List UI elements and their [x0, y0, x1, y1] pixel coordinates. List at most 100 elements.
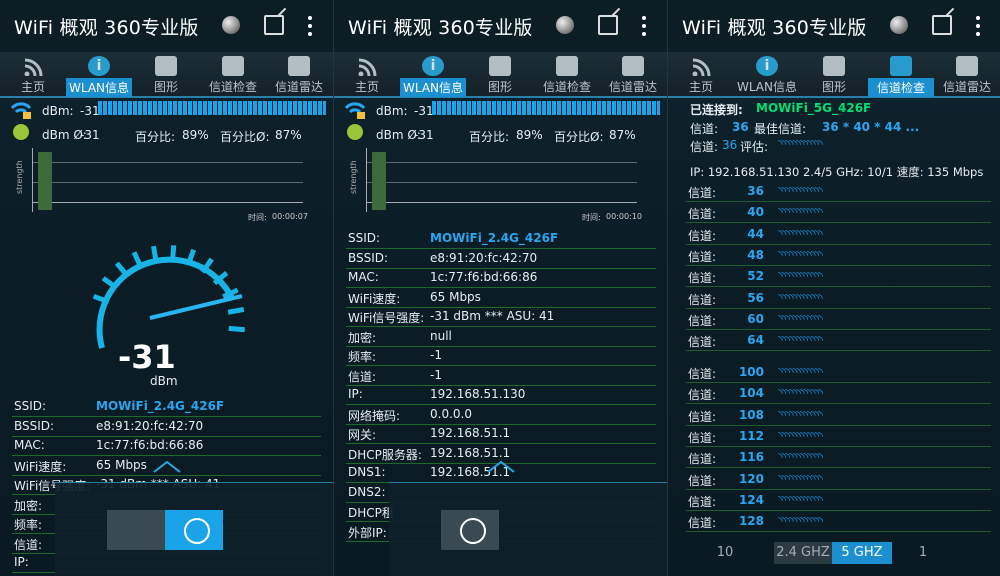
tab-channel-check[interactable]: 信道检查	[200, 52, 266, 96]
channel-label: 信道:	[690, 122, 719, 136]
tab-graph[interactable]: 图形	[467, 52, 533, 96]
channel-row: 信道: 128 ◝◝◝◝◝◝◝◝◝◝◝◝	[686, 511, 991, 533]
info-key: DHCP租	[348, 506, 394, 520]
more-menu-icon[interactable]	[642, 16, 646, 36]
share-icon[interactable]	[264, 15, 284, 35]
globe-icon[interactable]	[222, 16, 240, 34]
signal-waves-icon: ◝◝◝◝◝◝◝◝◝◝◝◝	[778, 311, 823, 326]
panel-channel-check: WiFi 概观 360专业版 主页 i WLAN信息 图形 信道检查 信道雷达 已…	[667, 0, 1000, 576]
app-title: WiFi 概观 360专业版	[14, 17, 199, 39]
channel-row: 信道: 56 ◝◝◝◝◝◝◝◝◝◝◝◝	[686, 288, 991, 309]
tab-home-label: 主页	[20, 80, 45, 94]
more-menu-icon[interactable]	[308, 16, 312, 36]
share-icon[interactable]	[932, 15, 952, 35]
channel-number: 48	[747, 247, 764, 262]
gauge-toggle-overlay	[389, 482, 667, 576]
bar-chart-icon	[222, 56, 244, 76]
info-key: BSSID:	[348, 250, 389, 265]
channel-row-label: 信道:	[688, 388, 717, 403]
info-icon: i	[756, 56, 778, 76]
graph-icon	[823, 56, 845, 76]
tab-graph-label: 图形	[153, 80, 178, 94]
tab-home[interactable]: 主页	[0, 52, 66, 96]
signal-waves-icon: ◝◝◝◝◝◝◝◝◝◝◝◝	[778, 247, 823, 262]
gauge-view-button[interactable]	[441, 510, 499, 550]
percent-label: 百分比:	[135, 130, 176, 144]
tab-channel-radar[interactable]: 信道雷达	[934, 52, 1000, 96]
info-value: 1c:77:f6:bd:66:86	[96, 438, 204, 452]
channel-number: 36	[747, 184, 764, 198]
android-icon	[347, 124, 363, 140]
channel-number: 112	[738, 428, 764, 443]
channel-row-label: 信道:	[688, 207, 717, 222]
band-5ghz-button[interactable]: 5 GHZ	[832, 542, 892, 564]
strength-bar	[372, 152, 386, 210]
rating-label: 评估:	[740, 140, 769, 154]
tab-channel-radar[interactable]: 信道雷达	[600, 52, 666, 96]
channel-row: 信道: 52 ◝◝◝◝◝◝◝◝◝◝◝◝	[686, 266, 991, 288]
tab-channel-check[interactable]: 信道检查	[868, 52, 934, 97]
percent-value: 89%	[516, 128, 543, 142]
channel-number: 52	[747, 269, 764, 284]
band-right-count: 1	[918, 545, 928, 560]
tab-channel-radar[interactable]: 信道雷达	[266, 52, 332, 96]
chevron-up-icon[interactable]	[152, 460, 182, 474]
channel-row: 信道: 40 ◝◝◝◝◝◝◝◝◝◝◝◝	[686, 202, 991, 224]
best-channel-value: 36 * 40 * 44 ...	[822, 120, 920, 134]
list-view-button[interactable]	[107, 510, 165, 550]
info-value: MOWiFi_2.4G_426F	[96, 399, 225, 413]
channel-number: 108	[738, 407, 764, 422]
band-24ghz-button[interactable]: 2.4 GHZ	[774, 542, 832, 564]
info-key: 外部IP:	[348, 525, 387, 540]
globe-icon[interactable]	[556, 16, 574, 34]
channel-row-label: 信道:	[688, 367, 717, 381]
signal-waves-icon: ◝◝◝◝◝◝◝◝◝◝◝◝	[778, 333, 823, 348]
time-value: 00:00:07	[272, 212, 308, 221]
app-title: WiFi 概观 360专业版	[348, 17, 533, 39]
info-key: WiFi信号强度:	[348, 311, 425, 325]
info-value: -31 dBm *** ASU: 41	[430, 309, 555, 323]
channel-number: 64	[747, 333, 764, 348]
percent-avg-label: 百分比Ø:	[554, 130, 604, 144]
share-icon[interactable]	[598, 15, 618, 35]
tab-channel-check[interactable]: 信道检查	[534, 52, 600, 96]
signal-waves-icon: ◝◝◝◝◝◝◝◝◝◝◝◝	[778, 428, 823, 443]
band-left-count: 10	[716, 545, 734, 560]
tab-wlan-info[interactable]: i WLAN信息	[66, 52, 132, 97]
chevron-up-icon[interactable]	[486, 460, 516, 474]
graph-ylabel: strength	[15, 160, 24, 194]
tab-home[interactable]: 主页	[334, 52, 400, 96]
channel-value: 36	[732, 120, 749, 134]
strength-graph: strength	[15, 148, 303, 212]
tab-wlan-info[interactable]: i WLAN信息	[734, 52, 800, 96]
tab-wlan-info[interactable]: i WLAN信息	[400, 52, 466, 97]
channel-number: 44	[747, 226, 764, 241]
more-menu-icon[interactable]	[976, 16, 980, 36]
tab-home[interactable]: 主页	[668, 52, 734, 96]
info-key: DNS2:	[348, 484, 386, 499]
percent-avg-value: 87%	[275, 128, 302, 142]
tab-graph[interactable]: 图形	[133, 52, 199, 96]
time-label: 时间:	[582, 213, 601, 222]
channel-number: 104	[738, 386, 764, 401]
globe-icon[interactable]	[890, 16, 908, 34]
best-channel-label: 最佳信道:	[754, 122, 807, 136]
gauge-view-button[interactable]	[165, 510, 223, 550]
channel-row-label: 信道:	[688, 313, 717, 328]
rating-channel: 36	[722, 138, 738, 152]
channel-number: 56	[747, 290, 764, 305]
info-row: 网络掩码: 0.0.0.0	[346, 405, 656, 425]
wifi-icon	[22, 56, 44, 77]
bar-chart-icon	[556, 56, 578, 76]
signal-waves-icon: ◝◝◝◝◝◝◝◝◝◝◝◝	[778, 514, 823, 529]
ip-status-line: IP: 192.168.51.130 2.4/5 GHz: 10/1 速度: 1…	[690, 165, 984, 179]
channel-row: 信道: 36 ◝◝◝◝◝◝◝◝◝◝◝◝	[686, 181, 991, 202]
channel-row: 信道: 100 ◝◝◝◝◝◝◝◝◝◝◝◝	[686, 362, 991, 383]
info-row: WiFi速度: 65 Mbps	[346, 288, 656, 308]
channel-row: 信道: 44 ◝◝◝◝◝◝◝◝◝◝◝◝	[686, 224, 991, 245]
gauge-value: -31	[118, 338, 176, 376]
tab-graph[interactable]: 图形	[801, 52, 867, 96]
info-row: SSID: MOWiFi_2.4G_426F	[346, 229, 656, 249]
dbm-value: -31	[414, 104, 434, 118]
channel-row-label: 信道:	[688, 430, 717, 445]
